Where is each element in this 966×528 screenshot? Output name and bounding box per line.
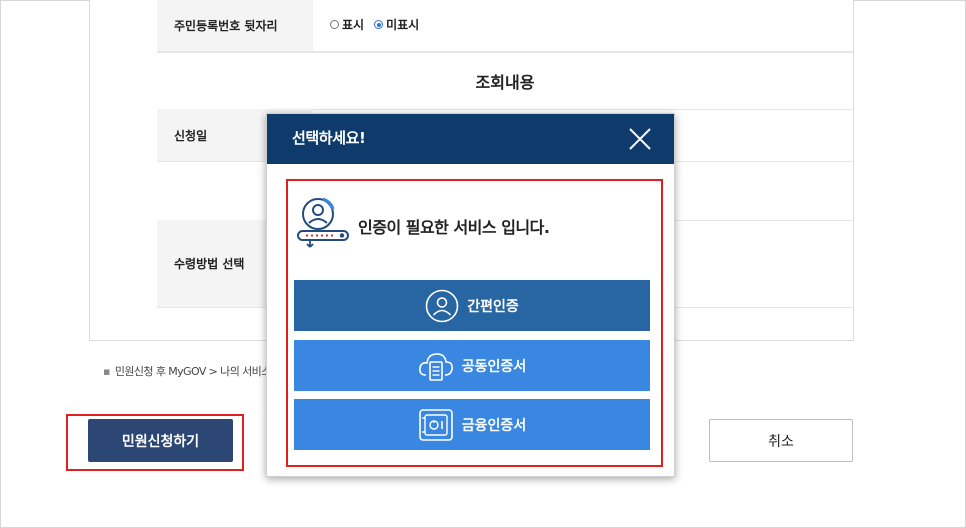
financial-certificate-label: 금융인증서 <box>461 417 527 434</box>
person-circle-icon <box>425 289 459 323</box>
section-title: 조회내용 <box>157 52 853 110</box>
simple-auth-label: 간편인증 <box>467 298 519 315</box>
radio-hide[interactable]: 미표시 <box>374 16 419 33</box>
radio-show-circle[interactable] <box>330 20 339 29</box>
auth-required-message: 인증이 필요한 서비스 입니다. <box>358 218 550 237</box>
auth-select-modal: 선택하세요! 인증이 필요한 서비스 입니다. 간편인증 공동인증서 금융인증서 <box>266 113 675 477</box>
radio-show-label: 표시 <box>342 18 365 32</box>
modal-title: 선택하세요! <box>292 129 366 147</box>
notice-text-content: 민원신청 후 MyGOV > 나의 서비스 <box>114 365 271 378</box>
financial-certificate-button[interactable]: 금융인증서 <box>294 399 650 450</box>
notice-text: ▪ 민원신청 후 MyGOV > 나의 서비스 <box>103 363 271 379</box>
safe-icon <box>418 408 454 442</box>
radio-show[interactable]: 표시 <box>330 16 364 33</box>
simple-auth-button[interactable]: 간편인증 <box>294 280 650 331</box>
joint-certificate-label: 공동인증서 <box>461 358 527 375</box>
radio-hide-label: 미표시 <box>386 18 420 32</box>
close-icon[interactable] <box>628 127 652 151</box>
user-authentication-icon <box>296 195 350 253</box>
joint-certificate-button[interactable]: 공동인증서 <box>294 340 650 391</box>
cancel-button[interactable]: 취소 <box>709 419 853 462</box>
cloud-document-icon <box>418 349 454 383</box>
radio-hide-circle[interactable] <box>374 20 384 29</box>
bullet-icon: ▪ <box>103 365 110 378</box>
resident-number-label: 주민등록번호 뒷자리 <box>157 0 313 51</box>
resident-number-radio-group: 표시 미표시 <box>330 16 419 33</box>
apply-button[interactable]: 민원신청하기 <box>88 419 233 462</box>
form-row-resident-number: 주민등록번호 뒷자리 표시 미표시 <box>157 0 853 52</box>
modal-header: 선택하세요! <box>267 114 674 164</box>
